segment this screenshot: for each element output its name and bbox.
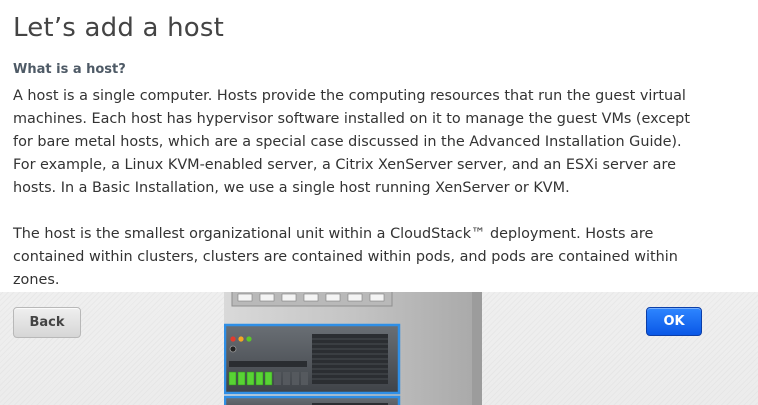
description-paragraph: The host is the smallest organizational …: [13, 226, 678, 288]
page-title: Let’s add a host: [13, 13, 225, 43]
description-paragraph: A host is a single computer. Hosts provi…: [13, 88, 690, 196]
host-description: A host is a single computer. Hosts provi…: [13, 85, 703, 292]
section-subtitle: What is a host?: [13, 62, 126, 77]
back-button[interactable]: Back: [13, 307, 81, 338]
ok-button[interactable]: OK: [646, 307, 702, 336]
add-host-wizard-step: Let’s add a host What is a host? A host …: [0, 0, 758, 405]
